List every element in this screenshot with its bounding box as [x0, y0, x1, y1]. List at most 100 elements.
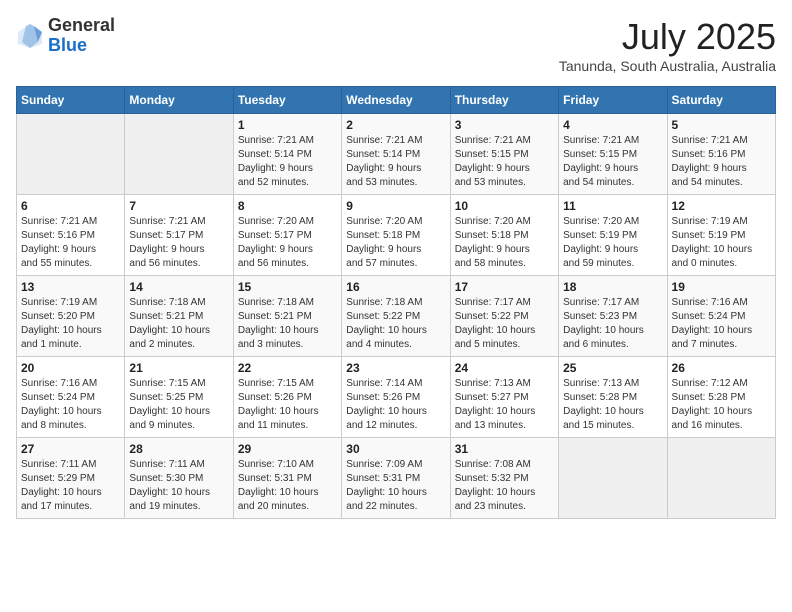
day-info: Sunrise: 7:21 AM Sunset: 5:16 PM Dayligh… — [21, 215, 120, 271]
day-number: 3 — [455, 118, 554, 132]
day-info: Sunrise: 7:13 AM Sunset: 5:27 PM Dayligh… — [455, 377, 554, 433]
day-info: Sunrise: 7:08 AM Sunset: 5:32 PM Dayligh… — [455, 458, 554, 514]
calendar-table: SundayMondayTuesdayWednesdayThursdayFrid… — [16, 86, 776, 519]
day-info: Sunrise: 7:15 AM Sunset: 5:26 PM Dayligh… — [238, 377, 337, 433]
calendar-cell: 1 Sunrise: 7:21 AM Sunset: 5:14 PM Daylig… — [233, 114, 341, 195]
day-number: 30 — [346, 442, 445, 456]
day-number: 25 — [563, 361, 662, 375]
weekday-header-thursday: Thursday — [450, 87, 558, 114]
day-info: Sunrise: 7:21 AM Sunset: 5:17 PM Dayligh… — [129, 215, 228, 271]
calendar-cell — [125, 114, 233, 195]
logo-icon — [16, 22, 44, 50]
calendar-cell: 2 Sunrise: 7:21 AM Sunset: 5:14 PM Daylig… — [342, 114, 450, 195]
day-number: 5 — [672, 118, 771, 132]
logo-blue: Blue — [48, 35, 87, 55]
day-info: Sunrise: 7:13 AM Sunset: 5:28 PM Dayligh… — [563, 377, 662, 433]
day-number: 31 — [455, 442, 554, 456]
calendar-cell: 22Sunrise: 7:15 AM Sunset: 5:26 PM Dayli… — [233, 357, 341, 438]
day-info: Sunrise: 7:19 AM Sunset: 5:19 PM Dayligh… — [672, 215, 771, 271]
calendar-cell: 14Sunrise: 7:18 AM Sunset: 5:21 PM Dayli… — [125, 276, 233, 357]
day-number: 29 — [238, 442, 337, 456]
day-number: 2 — [346, 118, 445, 132]
week-row-3: 13Sunrise: 7:19 AM Sunset: 5:20 PM Dayli… — [17, 276, 776, 357]
day-info: Sunrise: 7:16 AM Sunset: 5:24 PM Dayligh… — [21, 377, 120, 433]
day-info: Sunrise: 7:09 AM Sunset: 5:31 PM Dayligh… — [346, 458, 445, 514]
day-number: 8 — [238, 199, 337, 213]
weekday-header-wednesday: Wednesday — [342, 87, 450, 114]
calendar-cell: 28 Sunrise: 7:11 AM Sunset: 5:30 PM Dayli… — [125, 438, 233, 519]
calendar-cell: 27 Sunrise: 7:11 AM Sunset: 5:29 PM Dayli… — [17, 438, 125, 519]
logo-general: General — [48, 15, 115, 35]
calendar-cell: 5 Sunrise: 7:21 AM Sunset: 5:16 PM Daylig… — [667, 114, 775, 195]
day-info: Sunrise: 7:15 AM Sunset: 5:25 PM Dayligh… — [129, 377, 228, 433]
week-row-1: 1 Sunrise: 7:21 AM Sunset: 5:14 PM Daylig… — [17, 114, 776, 195]
day-info: Sunrise: 7:21 AM Sunset: 5:14 PM Dayligh… — [238, 134, 337, 190]
calendar-cell: 11 Sunrise: 7:20 AM Sunset: 5:19 PM Dayli… — [559, 195, 667, 276]
day-number: 24 — [455, 361, 554, 375]
week-row-4: 20 Sunrise: 7:16 AM Sunset: 5:24 PM Dayli… — [17, 357, 776, 438]
title-area: July 2025 Tanunda, South Australia, Aust… — [559, 16, 776, 74]
calendar-cell: 4 Sunrise: 7:21 AM Sunset: 5:15 PM Daylig… — [559, 114, 667, 195]
day-number: 23 — [346, 361, 445, 375]
weekday-header-tuesday: Tuesday — [233, 87, 341, 114]
calendar-cell: 8 Sunrise: 7:20 AM Sunset: 5:17 PM Daylig… — [233, 195, 341, 276]
calendar-cell: 16Sunrise: 7:18 AM Sunset: 5:22 PM Dayli… — [342, 276, 450, 357]
day-info: Sunrise: 7:21 AM Sunset: 5:16 PM Dayligh… — [672, 134, 771, 190]
day-info: Sunrise: 7:21 AM Sunset: 5:14 PM Dayligh… — [346, 134, 445, 190]
logo-text: General Blue — [48, 16, 115, 56]
day-info: Sunrise: 7:20 AM Sunset: 5:18 PM Dayligh… — [346, 215, 445, 271]
calendar-cell: 17Sunrise: 7:17 AM Sunset: 5:22 PM Dayli… — [450, 276, 558, 357]
day-info: Sunrise: 7:18 AM Sunset: 5:22 PM Dayligh… — [346, 296, 445, 352]
day-number: 28 — [129, 442, 228, 456]
day-number: 1 — [238, 118, 337, 132]
day-number: 20 — [21, 361, 120, 375]
calendar-cell: 18 Sunrise: 7:17 AM Sunset: 5:23 PM Dayli… — [559, 276, 667, 357]
day-number: 6 — [21, 199, 120, 213]
day-number: 9 — [346, 199, 445, 213]
calendar-cell: 26 Sunrise: 7:12 AM Sunset: 5:28 PM Dayli… — [667, 357, 775, 438]
day-number: 18 — [563, 280, 662, 294]
day-info: Sunrise: 7:20 AM Sunset: 5:18 PM Dayligh… — [455, 215, 554, 271]
calendar-cell: 30 Sunrise: 7:09 AM Sunset: 5:31 PM Dayli… — [342, 438, 450, 519]
day-info: Sunrise: 7:11 AM Sunset: 5:29 PM Dayligh… — [21, 458, 120, 514]
day-number: 27 — [21, 442, 120, 456]
calendar-cell — [17, 114, 125, 195]
calendar-cell: 20 Sunrise: 7:16 AM Sunset: 5:24 PM Dayli… — [17, 357, 125, 438]
calendar-cell: 7Sunrise: 7:21 AM Sunset: 5:17 PM Daylig… — [125, 195, 233, 276]
calendar-cell: 9 Sunrise: 7:20 AM Sunset: 5:18 PM Daylig… — [342, 195, 450, 276]
weekday-header-monday: Monday — [125, 87, 233, 114]
day-info: Sunrise: 7:17 AM Sunset: 5:22 PM Dayligh… — [455, 296, 554, 352]
day-number: 21 — [129, 361, 228, 375]
calendar-cell: 19Sunrise: 7:16 AM Sunset: 5:24 PM Dayli… — [667, 276, 775, 357]
day-info: Sunrise: 7:12 AM Sunset: 5:28 PM Dayligh… — [672, 377, 771, 433]
calendar-cell: 6 Sunrise: 7:21 AM Sunset: 5:16 PM Daylig… — [17, 195, 125, 276]
day-number: 14 — [129, 280, 228, 294]
day-info: Sunrise: 7:10 AM Sunset: 5:31 PM Dayligh… — [238, 458, 337, 514]
weekday-header-row: SundayMondayTuesdayWednesdayThursdayFrid… — [17, 87, 776, 114]
calendar-body: 1 Sunrise: 7:21 AM Sunset: 5:14 PM Daylig… — [17, 114, 776, 519]
logo: General Blue — [16, 16, 115, 56]
day-info: Sunrise: 7:21 AM Sunset: 5:15 PM Dayligh… — [563, 134, 662, 190]
calendar-cell: 25 Sunrise: 7:13 AM Sunset: 5:28 PM Dayli… — [559, 357, 667, 438]
week-row-2: 6 Sunrise: 7:21 AM Sunset: 5:16 PM Daylig… — [17, 195, 776, 276]
day-number: 26 — [672, 361, 771, 375]
month-title: July 2025 — [559, 16, 776, 58]
calendar-cell — [559, 438, 667, 519]
day-number: 12 — [672, 199, 771, 213]
calendar-cell: 12 Sunrise: 7:19 AM Sunset: 5:19 PM Dayli… — [667, 195, 775, 276]
day-number: 4 — [563, 118, 662, 132]
day-info: Sunrise: 7:16 AM Sunset: 5:24 PM Dayligh… — [672, 296, 771, 352]
day-info: Sunrise: 7:20 AM Sunset: 5:19 PM Dayligh… — [563, 215, 662, 271]
calendar-cell: 24 Sunrise: 7:13 AM Sunset: 5:27 PM Dayli… — [450, 357, 558, 438]
day-info: Sunrise: 7:11 AM Sunset: 5:30 PM Dayligh… — [129, 458, 228, 514]
day-info: Sunrise: 7:20 AM Sunset: 5:17 PM Dayligh… — [238, 215, 337, 271]
day-number: 10 — [455, 199, 554, 213]
weekday-header-friday: Friday — [559, 87, 667, 114]
day-info: Sunrise: 7:18 AM Sunset: 5:21 PM Dayligh… — [238, 296, 337, 352]
calendar-cell: 23Sunrise: 7:14 AM Sunset: 5:26 PM Dayli… — [342, 357, 450, 438]
calendar-cell: 13Sunrise: 7:19 AM Sunset: 5:20 PM Dayli… — [17, 276, 125, 357]
day-number: 11 — [563, 199, 662, 213]
day-info: Sunrise: 7:17 AM Sunset: 5:23 PM Dayligh… — [563, 296, 662, 352]
location-title: Tanunda, South Australia, Australia — [559, 58, 776, 74]
calendar-cell: 21 Sunrise: 7:15 AM Sunset: 5:25 PM Dayli… — [125, 357, 233, 438]
